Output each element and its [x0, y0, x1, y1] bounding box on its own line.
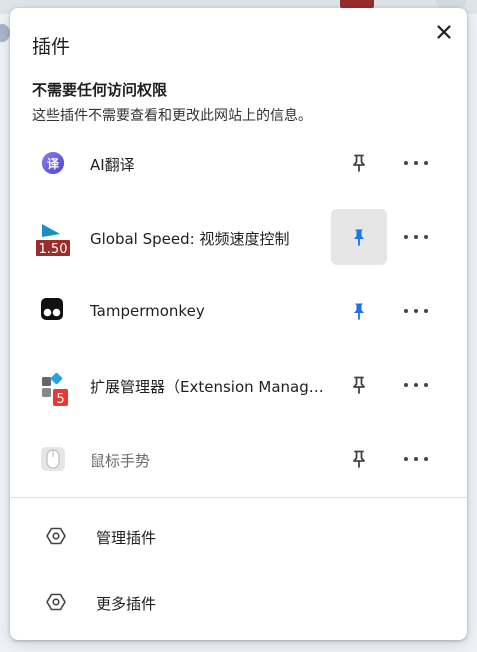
- extension-name: Tampermonkey: [90, 302, 205, 320]
- more-extensions-label: 更多插件: [96, 595, 157, 613]
- extension-row-ai-translate[interactable]: 译 AI翻译: [10, 134, 467, 192]
- manage-extensions-label: 管理插件: [96, 529, 157, 547]
- more-horizontal-icon: [404, 161, 428, 165]
- page-background-icon: [0, 24, 10, 42]
- toolbar-speed-badge: [340, 0, 374, 8]
- global-speed-icon: 1.50: [34, 222, 72, 258]
- pin-filled-icon: [354, 303, 364, 320]
- translate-icon: 译: [40, 148, 66, 178]
- extension-row-global-speed[interactable]: 1.50 Global Speed: 视频速度控制: [10, 208, 467, 266]
- extension-row-tampermonkey[interactable]: Tampermonkey: [10, 282, 467, 340]
- more-options-button[interactable]: [398, 444, 434, 474]
- extension-row-mouse-gesture[interactable]: 鼠标手势: [10, 430, 467, 488]
- svg-text:译: 译: [47, 157, 60, 171]
- popup-title: 插件: [32, 36, 71, 58]
- extension-row-extension-manager[interactable]: 5 扩展管理器（Extension Manager）: [10, 356, 467, 414]
- pin-icon: [353, 154, 365, 172]
- divider: [10, 497, 467, 498]
- more-options-button[interactable]: [398, 370, 434, 400]
- settings-hexagon-icon: [46, 526, 66, 546]
- section-title: 不需要任何访问权限: [32, 81, 168, 99]
- pin-icon: [353, 376, 365, 394]
- more-horizontal-icon: [404, 457, 428, 461]
- mouse-gesture-icon: [40, 446, 66, 472]
- extension-name: 扩展管理器（Extension Manager）: [90, 378, 330, 396]
- tampermonkey-icon: [40, 297, 64, 321]
- extensions-popup: 插件 不需要任何访问权限 这些插件不需要查看和更改此网站上的信息。 译 AI翻译: [10, 8, 467, 640]
- pin-button[interactable]: [331, 283, 387, 339]
- speed-badge-text: 1.50: [39, 242, 68, 257]
- pin-button[interactable]: [331, 209, 387, 265]
- more-horizontal-icon: [404, 309, 428, 313]
- manager-badge-text: 5: [56, 392, 64, 407]
- more-horizontal-icon: [404, 235, 428, 239]
- pin-button[interactable]: [331, 431, 387, 487]
- close-button[interactable]: [430, 18, 458, 46]
- more-options-button[interactable]: [398, 296, 434, 326]
- pin-button[interactable]: [331, 135, 387, 191]
- more-options-button[interactable]: [398, 148, 434, 178]
- more-extensions-button[interactable]: 更多插件: [10, 577, 467, 627]
- manage-extensions-button[interactable]: 管理插件: [10, 511, 467, 561]
- pin-filled-icon: [354, 229, 364, 246]
- more-horizontal-icon: [404, 383, 428, 387]
- extension-name: 鼠标手势: [90, 452, 151, 470]
- more-options-button[interactable]: [398, 222, 434, 252]
- close-icon: [437, 25, 451, 39]
- extensions-store-icon: [46, 592, 66, 612]
- extension-manager-icon: 5: [40, 372, 76, 407]
- pin-icon: [353, 450, 365, 468]
- section-description: 这些插件不需要查看和更改此网站上的信息。: [32, 108, 312, 124]
- extension-name: Global Speed: 视频速度控制: [90, 230, 290, 248]
- extension-name: AI翻译: [90, 156, 135, 174]
- pin-button[interactable]: [331, 357, 387, 413]
